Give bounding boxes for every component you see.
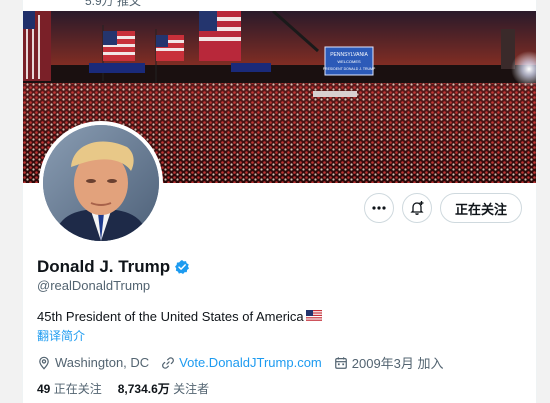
more-button[interactable] [363,193,394,223]
following-stat[interactable]: 49 正在关注 [37,380,102,397]
joined-text: 2009年3月 加入 [351,356,444,371]
more-horizontal-icon [372,206,386,210]
bio-text: 45th President of the United States of A… [37,309,304,324]
profile-handle: @realDonaldTrump [37,278,151,293]
link-icon [162,356,175,369]
tweets-count: 5.9万 推文 [85,0,142,8]
avatar[interactable] [39,121,163,245]
joined-item: 2009年3月 加入 [334,353,444,372]
us-flag-icon [305,309,322,324]
calendar-icon [334,356,347,369]
profile-page: 5.9万 推文 PENNSYLVANIA WELCOMES PRESIDENT … [22,0,537,403]
banner-sign-primary: PENNSYLVANIA [330,52,368,58]
location-pin-icon [39,356,49,370]
avatar-image [43,125,159,241]
banner-sign-tertiary: PRESIDENT DONALD J. TRUMP [323,67,376,71]
profile-stats: 49 正在关注 8,734.6万 关注者 [37,380,209,397]
profile-bio: 45th President of the United States of A… [37,309,322,324]
translate-bio-link[interactable]: 翻译简介 [37,327,85,344]
following-count: 49 [37,382,51,396]
followers-stat[interactable]: 8,734.6万 关注者 [118,380,209,397]
location-text: Washington, DC [55,355,150,370]
right-gutter [537,0,550,403]
profile-name-row: Donald J. Trump [37,257,190,277]
website-item: Vote.DonaldJTrump.com [161,355,322,370]
profile-name: Donald J. Trump [37,257,171,276]
bell-plus-icon [410,201,424,215]
banner-sign-secondary: WELCOMES [337,59,361,64]
left-gutter [0,0,22,403]
notify-button[interactable] [401,193,432,223]
profile-actions: 正在关注 [363,193,522,223]
following-label: 正在关注 [53,382,102,396]
profile-meta: Washington, DC Vote.DonaldJTrump.com 200… [37,353,456,372]
followers-label: 关注者 [173,382,210,396]
verified-badge-icon [175,260,190,274]
location-item: Washington, DC [37,355,149,370]
following-button[interactable]: 正在关注 [439,193,522,223]
followers-count: 8,734.6万 [117,382,170,396]
website-link[interactable]: Vote.DonaldJTrump.com [179,355,322,370]
